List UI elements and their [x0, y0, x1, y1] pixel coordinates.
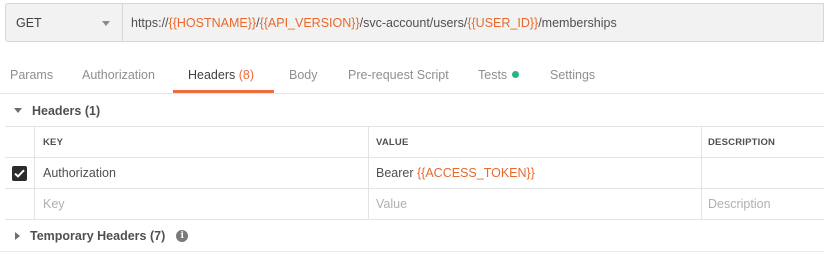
tab-tests-label: Tests [478, 68, 508, 82]
tab-headers-label: Headers [188, 68, 236, 82]
headers-table: KEY VALUE DESCRIPTION Authorization Bear… [5, 126, 824, 220]
header-key-field[interactable]: Authorization [35, 158, 369, 188]
tab-tests[interactable]: Tests [478, 57, 520, 93]
chevron-down-icon [102, 20, 110, 26]
headers-section-count: (1) [84, 103, 101, 118]
tab-headers-count: (8) [238, 68, 255, 82]
active-tab-underline [173, 90, 274, 93]
url-variable-hostname: {{HOSTNAME}} [168, 15, 257, 30]
row-check-cell-empty [5, 189, 35, 219]
new-description-field[interactable]: Description [702, 189, 824, 219]
table-row: Authorization Bearer {{ACCESS_TOKEN}} [5, 158, 824, 189]
tab-authorization[interactable]: Authorization [82, 57, 155, 93]
header-description-field[interactable] [702, 158, 824, 188]
tab-headers[interactable]: Headers (8) [188, 57, 254, 93]
temporary-headers-toggle[interactable]: Temporary Headers (7) i [0, 221, 824, 252]
column-header-key: KEY [35, 127, 369, 157]
headers-section-toggle[interactable]: Headers (1) [0, 95, 824, 126]
request-tabs: Params Authorization Headers (8) Body Pr… [0, 57, 824, 94]
url-variable-api-version: {{API_VERSION}} [259, 15, 360, 30]
tab-params[interactable]: Params [10, 57, 53, 93]
temporary-headers-count: (7) [149, 229, 166, 243]
enable-header-checkbox[interactable] [12, 165, 27, 181]
column-header-value: VALUE [369, 127, 702, 157]
table-row-new: Key Value Description [5, 189, 824, 220]
tab-settings[interactable]: Settings [550, 57, 595, 93]
url-segment: https:// [131, 15, 169, 30]
info-icon[interactable]: i [176, 230, 189, 242]
column-header-check [5, 127, 35, 157]
url-variable-user-id: {{USER_ID}} [467, 15, 539, 30]
method-label: GET [16, 15, 42, 30]
headers-section-title: Headers [32, 103, 82, 118]
table-header-row: KEY VALUE DESCRIPTION [5, 127, 824, 158]
caret-down-icon [14, 108, 22, 113]
header-value-field[interactable]: Bearer {{ACCESS_TOKEN}} [369, 158, 702, 188]
method-select[interactable]: GET [6, 4, 123, 41]
check-icon [14, 169, 25, 178]
request-bar: GET https://{{HOSTNAME}} / {{API_VERSION}}… [5, 3, 824, 42]
new-key-field[interactable]: Key [35, 189, 369, 219]
url-segment: /memberships [538, 15, 617, 30]
temporary-headers-title: Temporary Headers [30, 229, 147, 243]
header-value-variable: {{ACCESS_TOKEN}} [417, 166, 535, 180]
tab-pre-request-script[interactable]: Pre-request Script [348, 57, 449, 93]
column-header-description: DESCRIPTION [708, 136, 776, 148]
caret-right-icon [15, 232, 20, 240]
url-segment: /svc-account/users/ [359, 15, 468, 30]
url-input[interactable]: https://{{HOSTNAME}} / {{API_VERSION}}/svc… [123, 4, 823, 41]
new-value-field[interactable]: Value [369, 189, 702, 219]
tests-status-dot [512, 71, 520, 79]
tab-body[interactable]: Body [289, 57, 318, 93]
row-check-cell [5, 158, 35, 188]
header-value-prefix: Bearer [376, 166, 417, 180]
